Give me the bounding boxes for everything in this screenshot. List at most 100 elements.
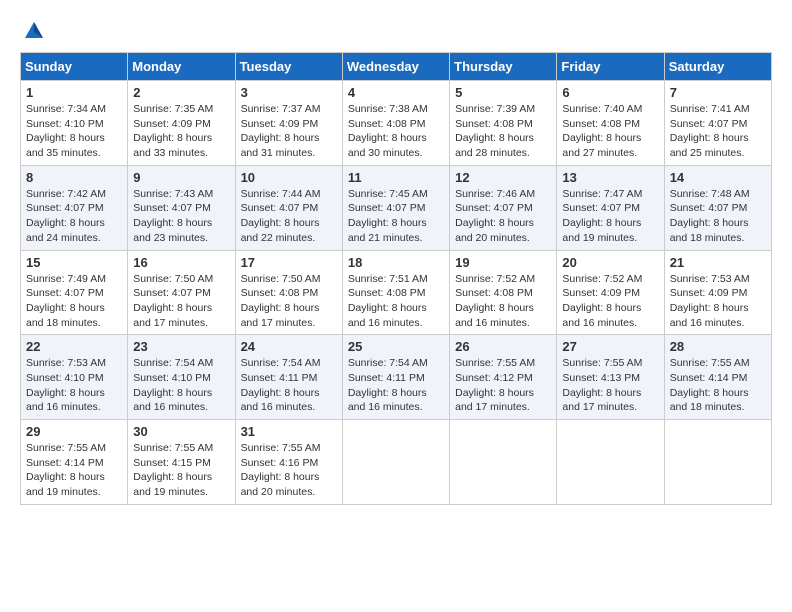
day-number: 4 — [348, 85, 444, 100]
day-info: Sunrise: 7:45 AMSunset: 4:07 PMDaylight:… — [348, 187, 444, 246]
day-info: Sunrise: 7:34 AMSunset: 4:10 PMDaylight:… — [26, 102, 122, 161]
day-info: Sunrise: 7:55 AMSunset: 4:14 PMDaylight:… — [26, 441, 122, 500]
day-cell: 15 Sunrise: 7:49 AMSunset: 4:07 PMDayligh… — [21, 250, 128, 335]
day-info: Sunrise: 7:35 AMSunset: 4:09 PMDaylight:… — [133, 102, 229, 161]
day-number: 6 — [562, 85, 658, 100]
logo-icon — [23, 20, 45, 42]
day-number: 18 — [348, 255, 444, 270]
day-number: 13 — [562, 170, 658, 185]
day-cell: 25 Sunrise: 7:54 AMSunset: 4:11 PMDayligh… — [342, 335, 449, 420]
day-cell: 22 Sunrise: 7:53 AMSunset: 4:10 PMDayligh… — [21, 335, 128, 420]
day-info: Sunrise: 7:55 AMSunset: 4:12 PMDaylight:… — [455, 356, 551, 415]
header — [20, 20, 772, 42]
day-info: Sunrise: 7:37 AMSunset: 4:09 PMDaylight:… — [241, 102, 337, 161]
day-info: Sunrise: 7:54 AMSunset: 4:11 PMDaylight:… — [241, 356, 337, 415]
day-cell: 29 Sunrise: 7:55 AMSunset: 4:14 PMDayligh… — [21, 420, 128, 505]
week-row-5: 29 Sunrise: 7:55 AMSunset: 4:14 PMDayligh… — [21, 420, 772, 505]
day-number: 22 — [26, 339, 122, 354]
day-number: 3 — [241, 85, 337, 100]
day-number: 8 — [26, 170, 122, 185]
header-row: SundayMondayTuesdayWednesdayThursdayFrid… — [21, 53, 772, 81]
day-info: Sunrise: 7:47 AMSunset: 4:07 PMDaylight:… — [562, 187, 658, 246]
day-cell — [557, 420, 664, 505]
day-cell: 27 Sunrise: 7:55 AMSunset: 4:13 PMDayligh… — [557, 335, 664, 420]
day-number: 29 — [26, 424, 122, 439]
day-info: Sunrise: 7:55 AMSunset: 4:16 PMDaylight:… — [241, 441, 337, 500]
column-header-saturday: Saturday — [664, 53, 771, 81]
day-cell: 1 Sunrise: 7:34 AMSunset: 4:10 PMDaylight… — [21, 81, 128, 166]
day-info: Sunrise: 7:49 AMSunset: 4:07 PMDaylight:… — [26, 272, 122, 331]
day-info: Sunrise: 7:50 AMSunset: 4:07 PMDaylight:… — [133, 272, 229, 331]
day-cell: 23Sunrise: 7:54 AMSunset: 4:10 PMDayligh… — [128, 335, 235, 420]
day-info: Sunrise: 7:54 AMSunset: 4:10 PMDaylight:… — [133, 356, 229, 415]
logo — [20, 20, 45, 42]
day-info: Sunrise: 7:44 AMSunset: 4:07 PMDaylight:… — [241, 187, 337, 246]
day-number: 16 — [133, 255, 229, 270]
day-number: 7 — [670, 85, 766, 100]
day-cell: 17 Sunrise: 7:50 AMSunset: 4:08 PMDayligh… — [235, 250, 342, 335]
day-number: 28 — [670, 339, 766, 354]
day-info: Sunrise: 7:40 AMSunset: 4:08 PMDaylight:… — [562, 102, 658, 161]
day-cell: 9 Sunrise: 7:43 AMSunset: 4:07 PMDaylight… — [128, 165, 235, 250]
day-cell: 7 Sunrise: 7:41 AMSunset: 4:07 PMDaylight… — [664, 81, 771, 166]
day-number: 15 — [26, 255, 122, 270]
day-cell: 6 Sunrise: 7:40 AMSunset: 4:08 PMDaylight… — [557, 81, 664, 166]
day-info: Sunrise: 7:53 AMSunset: 4:09 PMDaylight:… — [670, 272, 766, 331]
day-info: Sunrise: 7:52 AMSunset: 4:08 PMDaylight:… — [455, 272, 551, 331]
day-info: Sunrise: 7:38 AMSunset: 4:08 PMDaylight:… — [348, 102, 444, 161]
day-info: Sunrise: 7:54 AMSunset: 4:11 PMDaylight:… — [348, 356, 444, 415]
day-info: Sunrise: 7:55 AMSunset: 4:14 PMDaylight:… — [670, 356, 766, 415]
day-number: 30 — [133, 424, 229, 439]
page-container: SundayMondayTuesdayWednesdayThursdayFrid… — [20, 20, 772, 505]
column-header-wednesday: Wednesday — [342, 53, 449, 81]
column-header-sunday: Sunday — [21, 53, 128, 81]
day-number: 26 — [455, 339, 551, 354]
day-number: 31 — [241, 424, 337, 439]
day-number: 1 — [26, 85, 122, 100]
day-info: Sunrise: 7:39 AMSunset: 4:08 PMDaylight:… — [455, 102, 551, 161]
day-info: Sunrise: 7:55 AMSunset: 4:13 PMDaylight:… — [562, 356, 658, 415]
day-cell: 2 Sunrise: 7:35 AMSunset: 4:09 PMDaylight… — [128, 81, 235, 166]
day-cell: 13 Sunrise: 7:47 AMSunset: 4:07 PMDayligh… — [557, 165, 664, 250]
day-cell: 28 Sunrise: 7:55 AMSunset: 4:14 PMDayligh… — [664, 335, 771, 420]
day-cell: 14Sunrise: 7:48 AMSunset: 4:07 PMDayligh… — [664, 165, 771, 250]
day-cell: 21 Sunrise: 7:53 AMSunset: 4:09 PMDayligh… — [664, 250, 771, 335]
day-cell — [342, 420, 449, 505]
day-info: Sunrise: 7:43 AMSunset: 4:07 PMDaylight:… — [133, 187, 229, 246]
week-row-1: 1 Sunrise: 7:34 AMSunset: 4:10 PMDaylight… — [21, 81, 772, 166]
day-info: Sunrise: 7:42 AMSunset: 4:07 PMDaylight:… — [26, 187, 122, 246]
day-number: 27 — [562, 339, 658, 354]
calendar-table: SundayMondayTuesdayWednesdayThursdayFrid… — [20, 52, 772, 505]
day-cell: 30 Sunrise: 7:55 AMSunset: 4:15 PMDayligh… — [128, 420, 235, 505]
day-cell: 11 Sunrise: 7:45 AMSunset: 4:07 PMDayligh… — [342, 165, 449, 250]
day-info: Sunrise: 7:46 AMSunset: 4:07 PMDaylight:… — [455, 187, 551, 246]
column-header-thursday: Thursday — [450, 53, 557, 81]
day-cell: 3 Sunrise: 7:37 AMSunset: 4:09 PMDaylight… — [235, 81, 342, 166]
day-cell: 16 Sunrise: 7:50 AMSunset: 4:07 PMDayligh… — [128, 250, 235, 335]
day-cell: 20 Sunrise: 7:52 AMSunset: 4:09 PMDayligh… — [557, 250, 664, 335]
day-info: Sunrise: 7:52 AMSunset: 4:09 PMDaylight:… — [562, 272, 658, 331]
day-cell: 31 Sunrise: 7:55 AMSunset: 4:16 PMDayligh… — [235, 420, 342, 505]
day-number: 17 — [241, 255, 337, 270]
day-number: 11 — [348, 170, 444, 185]
day-info: Sunrise: 7:53 AMSunset: 4:10 PMDaylight:… — [26, 356, 122, 415]
day-number: 20 — [562, 255, 658, 270]
day-number: 21 — [670, 255, 766, 270]
day-info: Sunrise: 7:50 AMSunset: 4:08 PMDaylight:… — [241, 272, 337, 331]
day-cell: 4 Sunrise: 7:38 AMSunset: 4:08 PMDaylight… — [342, 81, 449, 166]
day-info: Sunrise: 7:41 AMSunset: 4:07 PMDaylight:… — [670, 102, 766, 161]
day-cell: 18 Sunrise: 7:51 AMSunset: 4:08 PMDayligh… — [342, 250, 449, 335]
day-cell: 8 Sunrise: 7:42 AMSunset: 4:07 PMDaylight… — [21, 165, 128, 250]
day-number: 14 — [670, 170, 766, 185]
week-row-3: 15 Sunrise: 7:49 AMSunset: 4:07 PMDayligh… — [21, 250, 772, 335]
day-number: 9 — [133, 170, 229, 185]
day-cell — [450, 420, 557, 505]
day-cell: 19Sunrise: 7:52 AMSunset: 4:08 PMDayligh… — [450, 250, 557, 335]
day-number: 24 — [241, 339, 337, 354]
day-number: 2 — [133, 85, 229, 100]
week-row-4: 22 Sunrise: 7:53 AMSunset: 4:10 PMDayligh… — [21, 335, 772, 420]
day-number: 25 — [348, 339, 444, 354]
day-info: Sunrise: 7:51 AMSunset: 4:08 PMDaylight:… — [348, 272, 444, 331]
day-info: Sunrise: 7:55 AMSunset: 4:15 PMDaylight:… — [133, 441, 229, 500]
day-number: 5 — [455, 85, 551, 100]
